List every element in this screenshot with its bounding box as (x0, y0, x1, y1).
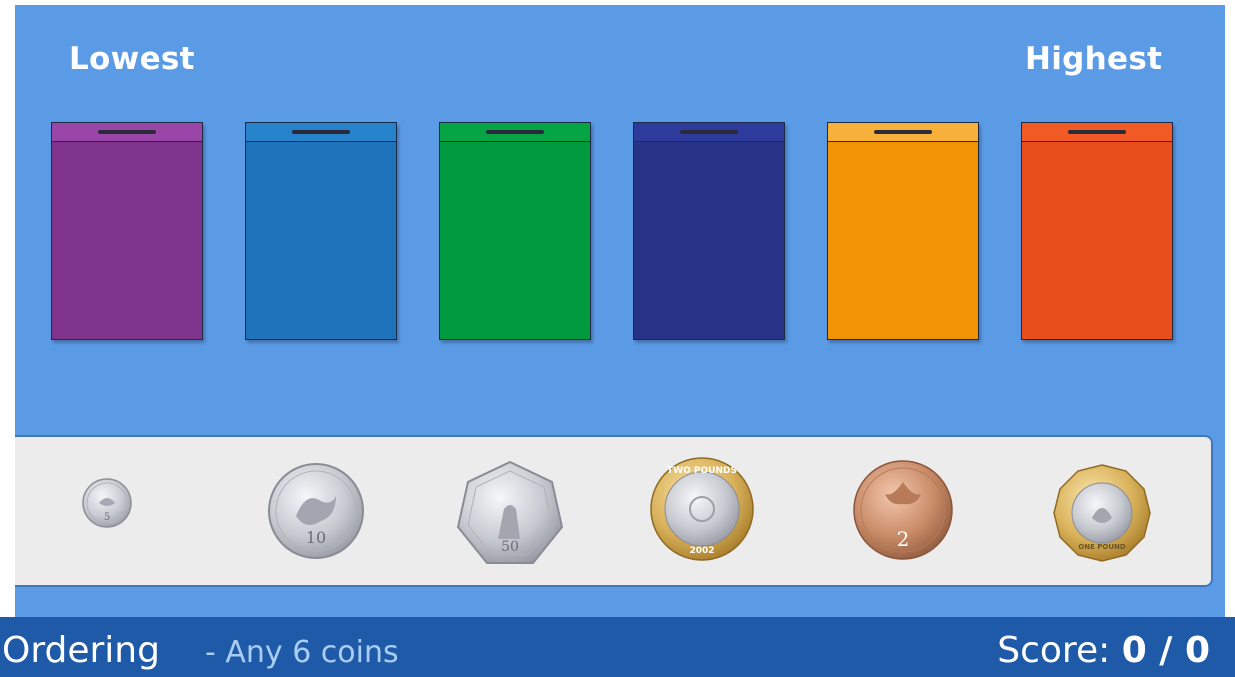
footer-bar: Ordering - Any 6 coins Score: 0 / 0 (0, 617, 1235, 677)
five-pence-value: 5 (104, 512, 110, 523)
box-4[interactable] (633, 122, 785, 340)
fifty-pence-coin[interactable]: 50 (456, 459, 564, 569)
coin-slot (292, 130, 350, 134)
box-6[interactable] (1021, 122, 1173, 340)
box-lid (440, 123, 590, 142)
box-1[interactable] (51, 122, 203, 340)
box-lid (828, 123, 978, 142)
ten-pence-coin[interactable]: 10 (266, 461, 366, 561)
coin-slot (1068, 130, 1126, 134)
game-stage: Lowest Highest 5 10 50 TWO POUNDS 2002 2… (15, 5, 1225, 617)
one-pound-text: ONE POUND (1078, 543, 1126, 551)
box-lid (52, 123, 202, 142)
box-lid (246, 123, 396, 142)
two-pound-year: 2002 (689, 546, 714, 556)
mode-subtitle: - Any 6 coins (205, 635, 399, 670)
two-pound-coin[interactable]: TWO POUNDS 2002 (649, 456, 755, 562)
box-lid (634, 123, 784, 142)
coin-slot (98, 130, 156, 134)
ten-pence-value: 10 (306, 528, 326, 547)
five-pence-coin[interactable]: 5 (81, 477, 133, 529)
score-value: 0 / 0 (1121, 630, 1210, 671)
score-display: Score: 0 / 0 (997, 630, 1210, 671)
highest-label: Highest (1025, 41, 1163, 77)
two-pence-value: 2 (897, 527, 910, 551)
mode-title: Ordering (2, 630, 160, 671)
coin-tray: 5 10 50 TWO POUNDS 2002 2 ONE POUND (15, 435, 1213, 587)
box-lid (1022, 123, 1172, 142)
coin-slot (680, 130, 738, 134)
one-pound-coin[interactable]: ONE POUND (1052, 463, 1152, 563)
box-2[interactable] (245, 122, 397, 340)
two-pound-top-text: TWO POUNDS (667, 466, 737, 476)
two-pence-coin[interactable]: 2 (851, 458, 955, 562)
coin-slot (874, 130, 932, 134)
lowest-label: Lowest (69, 41, 195, 77)
score-label: Score: (997, 630, 1111, 671)
coin-slot (486, 130, 544, 134)
box-3[interactable] (439, 122, 591, 340)
box-5[interactable] (827, 122, 979, 340)
fifty-pence-value: 50 (501, 539, 519, 555)
